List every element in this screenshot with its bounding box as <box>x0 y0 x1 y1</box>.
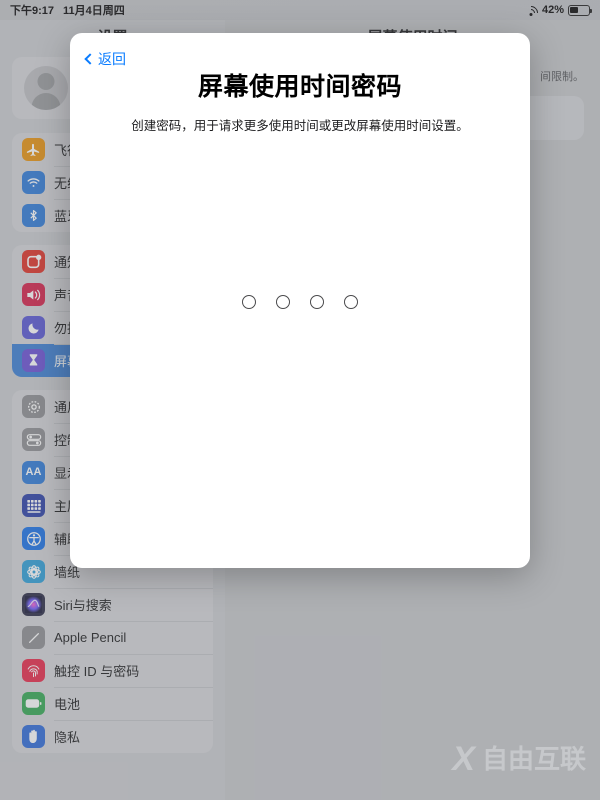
battery-icon <box>568 4 593 16</box>
back-button-label: 返回 <box>98 51 126 67</box>
modal-subtitle: 创建密码，用于请求更多使用时间或更改屏幕使用时间设置。 <box>131 119 469 133</box>
passcode-dot <box>310 295 324 309</box>
wifi-icon <box>521 2 541 23</box>
battery-percent-label: 42% <box>541 4 564 16</box>
status-bar: 下午9:17 11月4日周四 42% <box>0 0 600 23</box>
passcode-dot <box>276 295 290 309</box>
status-date: 11月4日周四 <box>63 5 125 17</box>
status-bar-left: 下午9:17 11月4日周四 <box>10 2 125 18</box>
back-button[interactable]: 返回 <box>82 46 130 72</box>
status-time: 下午9:17 <box>10 5 55 17</box>
passcode-dots[interactable] <box>70 295 530 309</box>
modal-title: 屏幕使用时间密码 <box>197 73 402 101</box>
screen-time-passcode-modal: 返回 屏幕使用时间密码 创建密码，用于请求更多使用时间或更改屏幕使用时间设置。 <box>70 33 530 568</box>
passcode-dot <box>242 295 256 309</box>
ipad-screen: 下午9:17 11月4日周四 42% 设置 飞行模式无线局域网蓝牙通知声音勿扰模… <box>0 0 600 800</box>
chevron-left-icon <box>84 52 96 65</box>
passcode-dot <box>344 295 358 309</box>
status-bar-right: 42% <box>521 2 593 23</box>
